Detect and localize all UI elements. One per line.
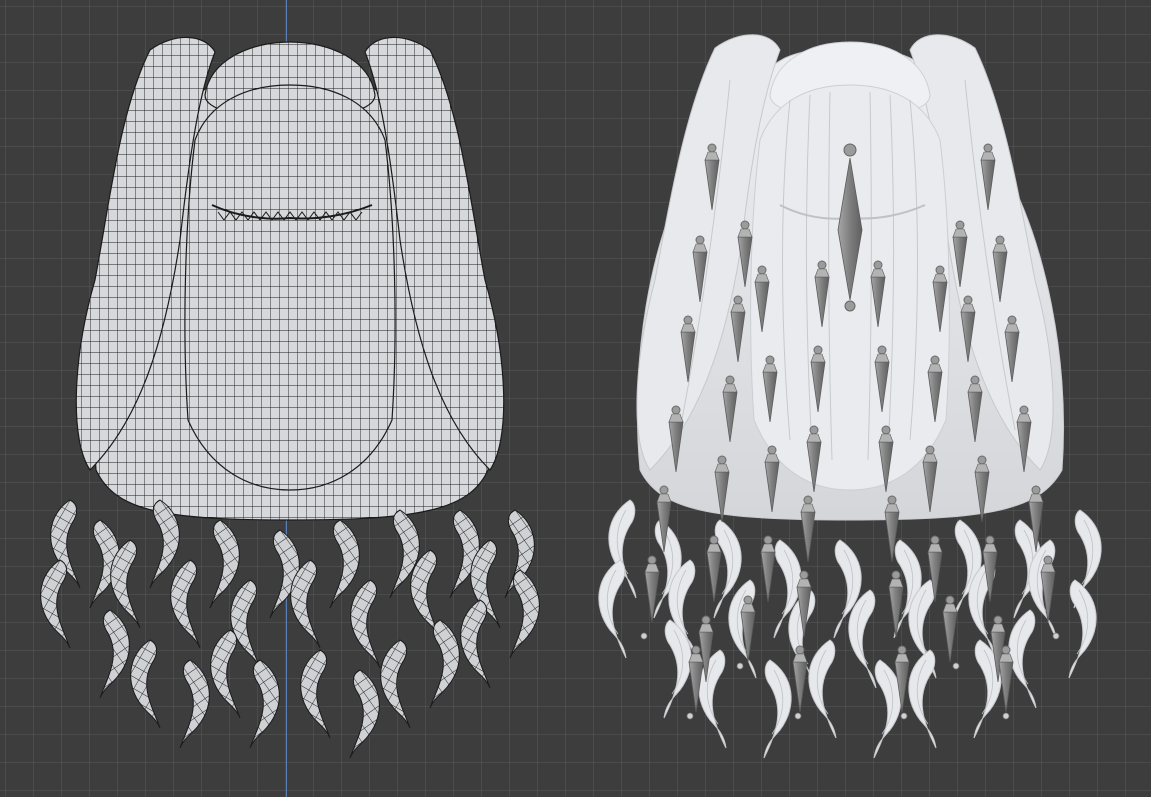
viewport-scene (40, 34, 1102, 759)
solid-curls (598, 499, 1102, 759)
hair-solid-model[interactable] (598, 34, 1102, 759)
3d-viewport[interactable] (0, 0, 1151, 797)
wire-curls (40, 499, 540, 759)
wire-front-panel (184, 84, 396, 491)
hair-wireframe-model[interactable] (40, 36, 540, 759)
